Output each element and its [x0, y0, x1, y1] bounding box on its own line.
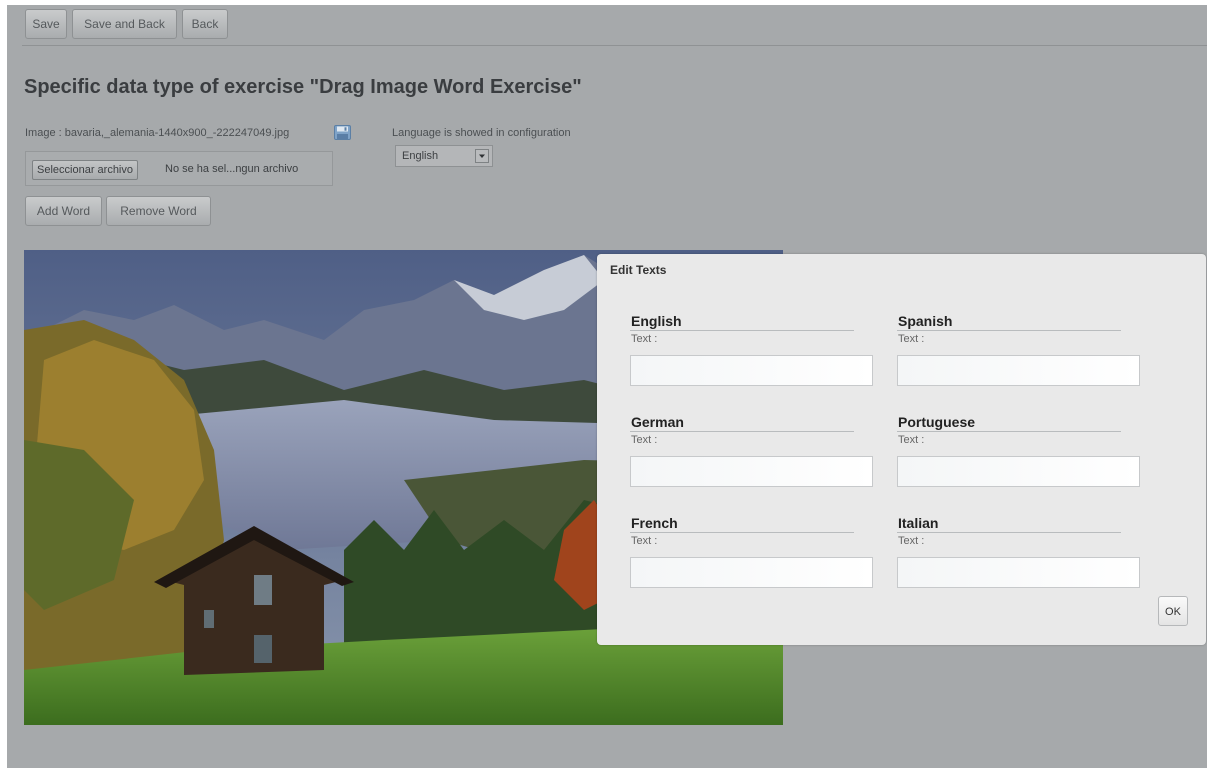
add-word-button[interactable]: Add Word	[25, 196, 102, 226]
language-field-italian: Italian Text :	[897, 514, 1142, 588]
file-input[interactable]: Seleccionar archivo No se ha sel...ngun …	[25, 151, 333, 186]
save-button[interactable]: Save	[25, 9, 67, 39]
german-text-input[interactable]	[630, 456, 873, 487]
remove-word-button[interactable]: Remove Word	[106, 196, 211, 226]
text-label: Text :	[898, 333, 925, 345]
text-label: Text :	[898, 434, 925, 446]
language-select[interactable]: English	[395, 145, 493, 167]
portuguese-text-input[interactable]	[897, 456, 1140, 487]
language-field-english: English Text :	[630, 312, 875, 386]
page-title: Specific data type of exercise "Drag Ima…	[24, 76, 582, 98]
language-field-french: French Text :	[630, 514, 875, 588]
save-and-back-button[interactable]: Save and Back	[72, 9, 177, 39]
language-heading: Portuguese	[898, 414, 976, 430]
language-select-value: English	[402, 150, 439, 162]
language-heading: Italian	[898, 515, 939, 531]
italian-text-input[interactable]	[897, 557, 1140, 588]
language-field-spanish: Spanish Text :	[897, 312, 1142, 386]
toolbar-divider	[22, 45, 1207, 46]
language-field-portuguese: Portuguese Text :	[897, 413, 1142, 487]
language-heading: English	[631, 313, 682, 329]
language-heading: French	[631, 515, 678, 531]
language-field-german: German Text :	[630, 413, 875, 487]
spanish-text-input[interactable]	[897, 355, 1140, 386]
text-label: Text :	[898, 535, 925, 547]
back-button[interactable]: Back	[182, 9, 228, 39]
french-text-input[interactable]	[630, 557, 873, 588]
chevron-down-icon[interactable]	[475, 149, 489, 163]
ok-button[interactable]: OK	[1158, 596, 1188, 626]
text-label: Text :	[631, 434, 658, 446]
choose-file-button[interactable]: Seleccionar archivo	[32, 160, 138, 180]
text-label: Text :	[631, 333, 658, 345]
floppy-disk-icon[interactable]	[334, 125, 351, 140]
english-text-input[interactable]	[630, 355, 873, 386]
language-heading: Spanish	[898, 313, 953, 329]
text-label: Text :	[631, 535, 658, 547]
language-label: Language is showed in configuration	[392, 127, 571, 139]
file-status-text: No se ha sel...ngun archivo	[165, 163, 299, 175]
edit-texts-dialog: Edit Texts English Text : Spanish Text :…	[597, 254, 1206, 645]
image-filename-label: Image : bavaria,_alemania-1440x900_-2222…	[25, 127, 290, 139]
language-heading: German	[631, 414, 684, 430]
dialog-title: Edit Texts	[610, 263, 667, 277]
